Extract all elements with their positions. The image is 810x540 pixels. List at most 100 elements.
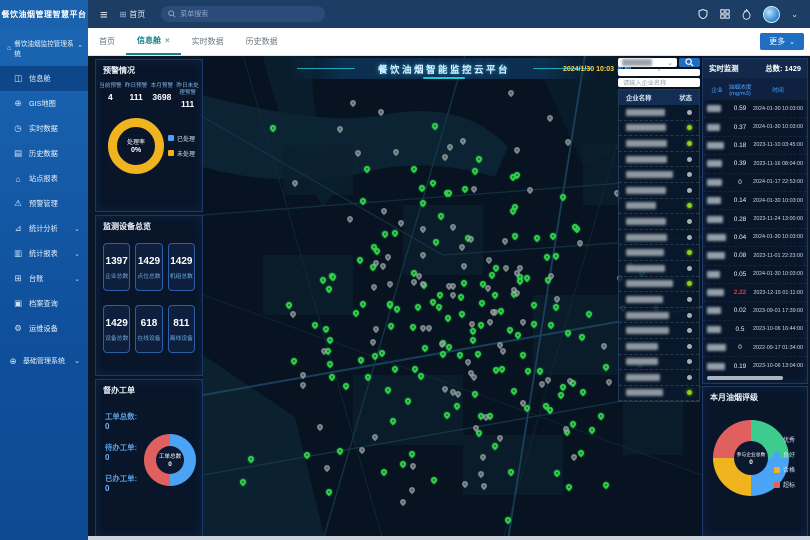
collapse-handle[interactable]: ⌃ (618, 69, 700, 76)
map-pin-offline[interactable] (408, 486, 416, 494)
company-row-8[interactable] (619, 230, 699, 246)
sidebar-item-6[interactable]: ⊿统计分析⌄ (0, 216, 88, 241)
company-row-16[interactable] (619, 355, 699, 371)
map-pin-online[interactable] (578, 333, 586, 341)
map-pin-online[interactable] (507, 468, 515, 476)
map-pin-online[interactable] (326, 360, 334, 368)
tab-3[interactable]: 历史数据 (235, 28, 289, 55)
map-pin-offline[interactable] (454, 390, 462, 398)
map-pin-online[interactable] (378, 349, 386, 357)
map-pin-online[interactable] (290, 357, 298, 365)
map-pin-offline[interactable] (369, 338, 377, 346)
map-pin-offline[interactable] (546, 114, 554, 122)
map-pin-online[interactable] (384, 386, 392, 394)
horizontal-scrollbar[interactable] (707, 376, 783, 380)
company-row-5[interactable] (619, 183, 699, 199)
company-row-12[interactable] (619, 292, 699, 308)
realtime-row-4[interactable]: 02024-01-17 22:53:00 (703, 174, 807, 192)
map-pin-online[interactable] (359, 300, 367, 308)
company-row-4[interactable] (619, 167, 699, 183)
map-pin-offline[interactable] (486, 318, 494, 326)
map-pin-online[interactable] (411, 365, 419, 373)
map-pin-online[interactable] (431, 122, 439, 130)
company-row-9[interactable] (619, 245, 699, 261)
map-pin-offline[interactable] (349, 99, 357, 107)
map-pin-online[interactable] (325, 285, 333, 293)
map-pin-online[interactable] (418, 184, 426, 192)
company-row-13[interactable] (619, 308, 699, 324)
map-pin-online[interactable] (387, 322, 395, 330)
map-pin-online[interactable] (311, 321, 319, 329)
map-pin-offline[interactable] (392, 148, 400, 156)
map-pin-online[interactable] (519, 351, 527, 359)
map-pin-online[interactable] (543, 253, 551, 261)
map-pin-offline[interactable] (499, 347, 507, 355)
sidebar-item-10[interactable]: ⚙运维设备 (0, 316, 88, 341)
map-pin-online[interactable] (329, 273, 337, 281)
company-name-input[interactable]: 请输入企业名称 (618, 78, 700, 87)
map-pin-offline[interactable] (399, 498, 407, 506)
map-pin-online[interactable] (269, 124, 277, 132)
map-pin-online[interactable] (326, 336, 334, 344)
flame-icon[interactable] (741, 9, 752, 20)
sidebar-item-9[interactable]: ▣档案查询 (0, 291, 88, 316)
map-pin-online[interactable] (533, 234, 541, 242)
map-pin-online[interactable] (435, 303, 443, 311)
map-pin-online[interactable] (408, 450, 416, 458)
map-pin-offline[interactable] (458, 243, 466, 251)
map-pin-online[interactable] (391, 365, 399, 373)
map-pin-online[interactable] (342, 382, 350, 390)
map-pin-offline[interactable] (354, 149, 362, 157)
company-row-0[interactable] (619, 105, 699, 121)
map-pin-offline[interactable] (449, 223, 457, 231)
map-pin-offline[interactable] (464, 358, 472, 366)
sidebar-item-5[interactable]: ⚠预警管理 (0, 191, 88, 216)
realtime-row-13[interactable]: 02022-09-17 01:34:00 (703, 339, 807, 357)
map-pin-online[interactable] (530, 320, 538, 328)
map-pin-online[interactable] (553, 469, 561, 477)
more-button[interactable]: 更多 ⌄ (760, 33, 804, 50)
map-pin-offline[interactable] (460, 262, 468, 270)
map-pin-online[interactable] (504, 516, 512, 524)
map-pin-online[interactable] (477, 321, 485, 329)
map-pin-offline[interactable] (446, 143, 454, 151)
map-pin-offline[interactable] (379, 262, 387, 270)
map-pin-online[interactable] (530, 301, 538, 309)
map-pin-offline[interactable] (397, 219, 405, 227)
company-search-button[interactable] (679, 58, 700, 67)
map-pin-online[interactable] (461, 185, 469, 193)
map-pin-online[interactable] (457, 293, 465, 301)
map-pin-online[interactable] (471, 390, 479, 398)
map-pin-online[interactable] (471, 167, 479, 175)
map-pin-online[interactable] (469, 327, 477, 335)
map-pin-online[interactable] (389, 417, 397, 425)
map-pin-online[interactable] (577, 449, 585, 457)
map-pin-online[interactable] (602, 481, 610, 489)
map-pin-offline[interactable] (507, 89, 515, 97)
map-pin-offline[interactable] (564, 138, 572, 146)
map-pin-online[interactable] (239, 478, 247, 486)
map-pin-online[interactable] (506, 326, 514, 334)
map-pin-offline[interactable] (372, 325, 380, 333)
map-pin-online[interactable] (552, 303, 560, 311)
menu-search-input[interactable]: 菜单搜索 (161, 6, 325, 22)
map-pin-online[interactable] (336, 447, 344, 455)
company-row-18[interactable] (619, 386, 699, 402)
map-pin-online[interactable] (391, 229, 399, 237)
map-pin-offline[interactable] (449, 291, 457, 299)
map-pin-offline[interactable] (441, 385, 449, 393)
map-pin-online[interactable] (439, 350, 447, 358)
map-pin-offline[interactable] (377, 108, 385, 116)
company-row-6[interactable] (619, 199, 699, 215)
map-pin-online[interactable] (523, 274, 531, 282)
map-pin-offline[interactable] (386, 280, 394, 288)
map-pin-online[interactable] (429, 179, 437, 187)
hamburger-menu-icon[interactable]: ≡ (100, 7, 108, 22)
map-pin-online[interactable] (436, 291, 444, 299)
map-pin-online[interactable] (564, 329, 572, 337)
company-row-11[interactable] (619, 277, 699, 293)
map-pin-online[interactable] (444, 314, 452, 322)
map-pin-offline[interactable] (299, 371, 307, 379)
map-pin-online[interactable] (588, 426, 596, 434)
map-pin-online[interactable] (325, 488, 333, 496)
